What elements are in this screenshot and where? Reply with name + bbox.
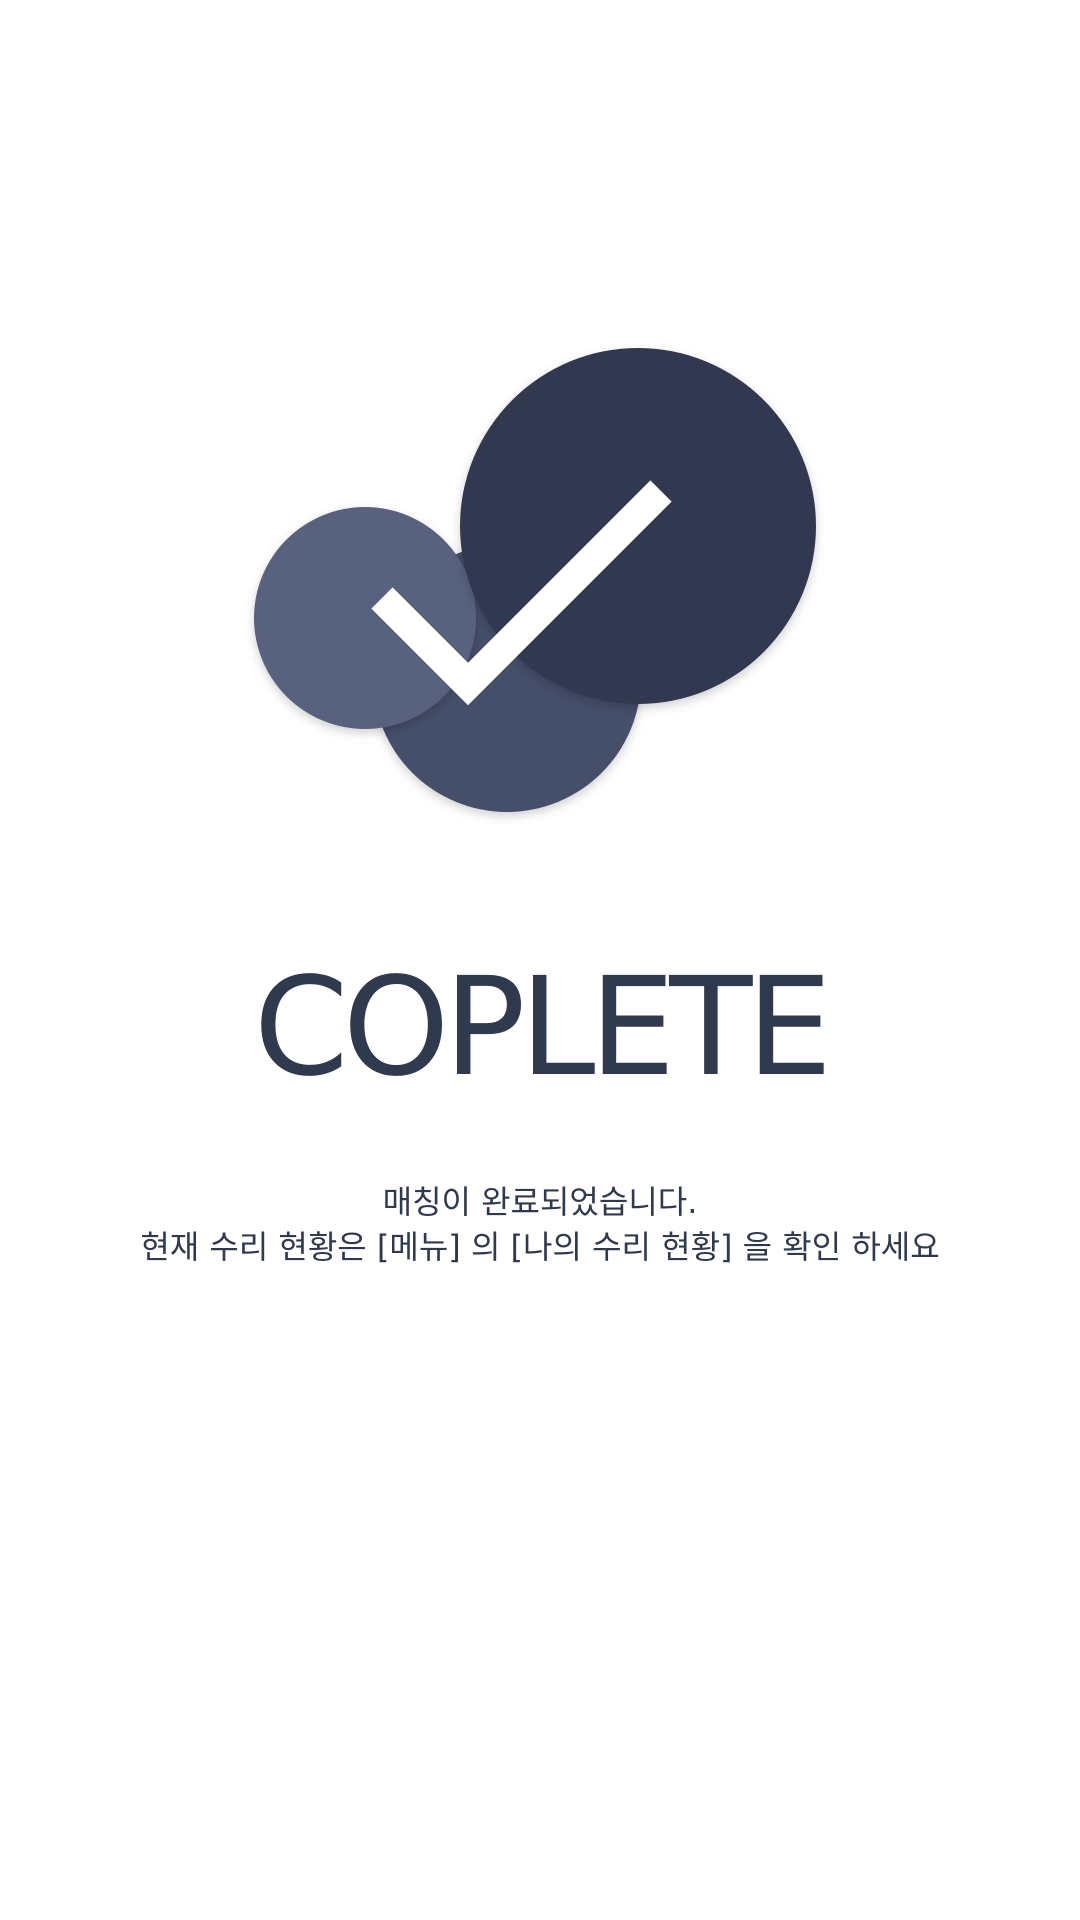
completion-title: COPLETE (253, 949, 833, 1107)
completion-illustration (254, 348, 816, 812)
completion-screen: COPLETE 매칭이 완료되었습니다. 현재 수리 현황은 [메뉴] 의 [나… (0, 0, 1080, 1920)
small-circle (254, 507, 476, 729)
message-line-2: 현재 수리 현황은 [메뉴] 의 [나의 수리 현황] 을 확인 하세요 (140, 1228, 940, 1266)
message-line-1: 매칭이 완료되었습니다. (382, 1183, 698, 1221)
completion-message: 매칭이 완료되었습니다. 현재 수리 현황은 [메뉴] 의 [나의 수리 현황]… (0, 1180, 1080, 1270)
